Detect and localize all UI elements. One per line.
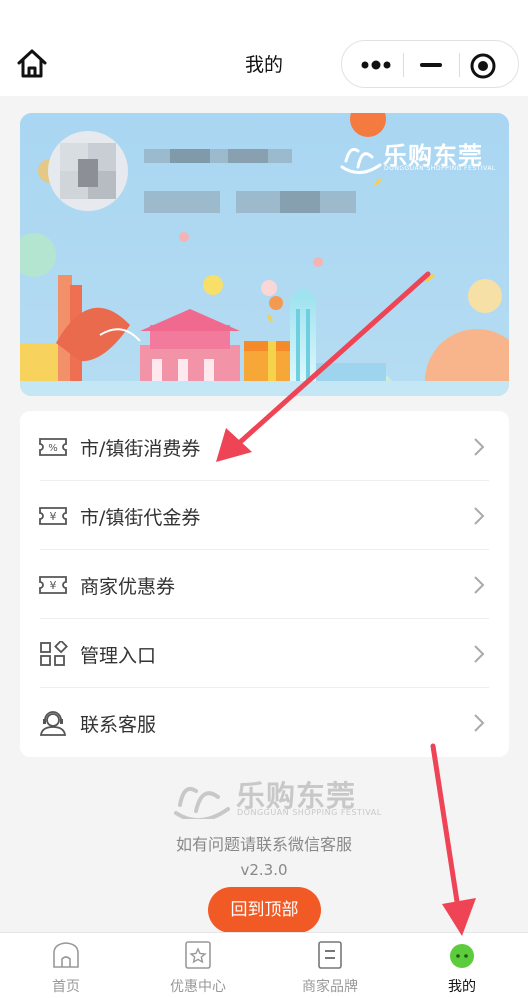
mini-program-capsule — [341, 40, 519, 88]
menu-item-label: 管理入口 — [80, 645, 157, 667]
list-doc-icon — [315, 940, 345, 970]
tab-discount-center[interactable]: 优惠中心 — [132, 933, 264, 998]
green-face-icon — [447, 940, 477, 970]
menu-item-label: 市/镇街消费券 — [80, 438, 201, 460]
back-to-top-button[interactable]: 回到顶部 — [208, 887, 321, 933]
capsule-divider — [403, 53, 404, 77]
menu-card: % 市/镇街消费券 ¥ 市/镇街代金券 ¥ 商家优惠券 管理入口 联系客服 — [20, 411, 509, 757]
capsule-divider — [459, 53, 460, 77]
bottom-tab-bar: 首页 优惠中心 商家品牌 我的 — [0, 932, 528, 998]
tab-merchant-brand[interactable]: 商家品牌 — [264, 933, 396, 998]
minimize-icon[interactable] — [414, 52, 448, 78]
svg-text:¥: ¥ — [50, 579, 57, 592]
tab-label: 优惠中心 — [170, 979, 226, 995]
user-banner-card: 乐购东莞 DONGGUAN SHOPPING FESTIVAL — [20, 113, 509, 396]
menu-item-customer-service[interactable]: 联系客服 — [20, 688, 509, 757]
menu-item-consumption-voucher[interactable]: % 市/镇街消费券 — [20, 412, 509, 481]
top-navbar: 我的 — [0, 0, 528, 96]
svg-text:%: % — [48, 443, 58, 454]
tab-label: 商家品牌 — [302, 979, 358, 995]
menu-item-label: 市/镇街代金券 — [80, 507, 201, 529]
menu-item-label: 商家优惠券 — [80, 576, 176, 598]
percent-ticket-icon: % — [38, 434, 68, 460]
chevron-right-icon — [472, 643, 486, 665]
chevron-right-icon — [472, 505, 486, 527]
chevron-right-icon — [472, 712, 486, 734]
menu-item-label: 联系客服 — [80, 714, 157, 736]
menu-item-merchant-coupon[interactable]: ¥ 商家优惠券 — [20, 550, 509, 619]
menu-item-cash-voucher[interactable]: ¥ 市/镇街代金券 — [20, 481, 509, 550]
tab-label: 我的 — [448, 979, 476, 995]
more-dots-icon[interactable] — [356, 52, 396, 78]
footer-brand-subtitle: DONGGUAN SHOPPING FESTIVAL — [237, 808, 382, 817]
yuan-ticket-icon: ¥ — [38, 503, 68, 529]
target-close-icon[interactable] — [468, 51, 498, 81]
chevron-right-icon — [472, 574, 486, 596]
contact-hint-text: 如有问题请联系微信客服 — [175, 835, 352, 854]
chevron-right-icon — [472, 436, 486, 458]
tab-mine[interactable]: 我的 — [396, 933, 528, 998]
banner-brand-subtitle: DONGGUAN SHOPPING FESTIVAL — [384, 165, 496, 172]
tab-home[interactable]: 首页 — [0, 933, 132, 998]
yuan-ticket-icon: ¥ — [38, 572, 68, 598]
customer-service-icon — [38, 710, 68, 736]
tab-label: 首页 — [52, 979, 80, 995]
svg-text:¥: ¥ — [50, 510, 57, 523]
grid-apps-icon — [38, 639, 68, 667]
star-card-icon — [183, 940, 213, 970]
menu-item-management-entry[interactable]: 管理入口 — [20, 619, 509, 688]
home-outline-icon — [51, 940, 81, 970]
version-text: v2.3.0 — [240, 861, 288, 879]
